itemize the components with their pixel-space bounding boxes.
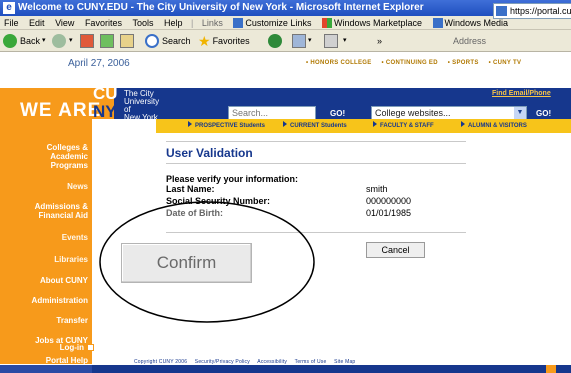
bottom-strip-left bbox=[0, 365, 92, 373]
menu-view[interactable]: View bbox=[51, 16, 78, 29]
sidebar-item-administration[interactable]: Administration bbox=[32, 296, 88, 305]
sidebar-item-colleges-line2[interactable]: Academic bbox=[50, 152, 88, 161]
link-marketplace[interactable]: Windows Marketplace bbox=[318, 16, 426, 29]
page-icon bbox=[432, 18, 443, 28]
history-icon bbox=[268, 34, 282, 48]
menu-separator: | bbox=[191, 18, 194, 28]
sidebar-item-news[interactable]: News bbox=[67, 182, 88, 191]
menu-edit[interactable]: Edit bbox=[25, 16, 49, 29]
university-name: The City University of New York bbox=[124, 89, 160, 122]
back-arrow-icon bbox=[3, 34, 17, 48]
sidebar-item-libraries[interactable]: Libraries bbox=[54, 255, 88, 264]
menu-help[interactable]: Help bbox=[160, 16, 187, 29]
page-icon bbox=[496, 6, 507, 16]
find-email-link[interactable]: Find Email/Phone bbox=[492, 90, 551, 97]
last-name-value: smith bbox=[366, 184, 388, 194]
refresh-icon bbox=[100, 34, 114, 48]
top-link-sports[interactable]: • SPORTS bbox=[448, 60, 479, 66]
tab-prospective-students[interactable]: PROSPECTIVE Students bbox=[188, 121, 265, 131]
sidebar-item-login[interactable]: Log-in bbox=[60, 343, 84, 352]
tab-current-students[interactable]: CURRENT Students bbox=[283, 121, 347, 131]
address-label: Address bbox=[453, 36, 487, 46]
mail-icon bbox=[292, 34, 306, 48]
search-icon bbox=[145, 34, 159, 48]
menu-file[interactable]: File bbox=[0, 16, 23, 29]
star-icon: ★ bbox=[198, 33, 211, 49]
cancel-button[interactable]: Cancel bbox=[366, 242, 425, 258]
menu-tools[interactable]: Tools bbox=[128, 16, 157, 29]
ie-logo-icon: e bbox=[3, 2, 15, 14]
brand-cu: CU bbox=[93, 84, 118, 103]
ssn-value: 000000000 bbox=[366, 196, 412, 206]
home-button[interactable] bbox=[120, 33, 134, 49]
ssn-label: Social Security Number: bbox=[166, 196, 271, 206]
menu-bar: File Edit View Favorites Tools Help | Li… bbox=[0, 16, 571, 30]
browser-toolbar: Back ▾ ▾ Search ★ Favorites ▾ ▾ » Addres… bbox=[0, 30, 571, 52]
sidebar-item-about[interactable]: About CUNY bbox=[40, 276, 88, 285]
site-search-input[interactable] bbox=[228, 106, 316, 120]
college-websites-select[interactable]: College websites... ▼ bbox=[371, 106, 527, 120]
tab-faculty-staff[interactable]: FACULTY & STAFF bbox=[373, 121, 434, 131]
favorites-button[interactable]: ★ Favorites bbox=[198, 33, 250, 49]
forward-arrow-icon bbox=[52, 34, 66, 48]
links-label: Links bbox=[201, 18, 223, 28]
bottom-strip bbox=[0, 365, 571, 373]
sidebar-item-admissions-line2[interactable]: Financial Aid bbox=[39, 211, 89, 220]
refresh-button[interactable] bbox=[100, 33, 114, 49]
dob-value: 01/01/1985 bbox=[366, 208, 412, 218]
stop-button[interactable] bbox=[80, 33, 94, 49]
stop-icon bbox=[80, 34, 94, 48]
brand-ny: NY bbox=[93, 102, 117, 121]
history-button[interactable] bbox=[268, 33, 285, 49]
bottom-strip-square bbox=[546, 365, 556, 373]
sidebar-item-events[interactable]: Events bbox=[62, 233, 88, 242]
page-icon bbox=[233, 18, 244, 28]
sidebar-item-admissions[interactable]: Admissions & bbox=[35, 202, 88, 211]
address-bar[interactable]: https://portal.cuny.edu/portal bbox=[493, 3, 571, 19]
top-link-continuing-ed[interactable]: • CONTINUING ED bbox=[382, 60, 438, 66]
chevron-down-icon: ▾ bbox=[69, 37, 73, 44]
college-go-button[interactable]: GO! bbox=[536, 109, 551, 118]
search-button[interactable]: Search bbox=[145, 33, 191, 49]
chevron-down-icon: ▾ bbox=[343, 37, 347, 44]
divider bbox=[166, 163, 466, 164]
divider bbox=[166, 141, 466, 142]
print-button[interactable] bbox=[324, 33, 338, 49]
back-button[interactable]: Back ▾ bbox=[3, 33, 46, 49]
edit-button[interactable]: ▾ bbox=[343, 33, 347, 49]
sidebar-item-colleges[interactable]: Colleges & bbox=[47, 143, 88, 152]
chevrons-right-icon: » bbox=[377, 36, 383, 46]
top-links: • HONORS COLLEGE • CONTINUING ED • SPORT… bbox=[306, 60, 529, 66]
last-name-label: Last Name: bbox=[166, 184, 215, 194]
verify-prompt: Please verify your information: bbox=[166, 174, 299, 184]
dob-label: Date of Birth: bbox=[166, 208, 223, 218]
chevron-down-icon: ▾ bbox=[42, 37, 46, 44]
link-customize[interactable]: Customize Links bbox=[229, 16, 315, 29]
page-title: User Validation bbox=[166, 146, 253, 160]
brand-we-are: WE ARE bbox=[20, 100, 102, 121]
window-title: Welcome to CUNY.EDU - The City Universit… bbox=[18, 2, 424, 13]
chevron-down-icon: ▾ bbox=[308, 37, 312, 44]
confirm-button[interactable]: Confirm bbox=[121, 243, 252, 283]
top-link-honors[interactable]: • HONORS COLLEGE bbox=[306, 60, 372, 66]
sidebar-item-portal-help-visible-row[interactable]: Portal Help bbox=[46, 356, 88, 365]
top-link-cuny-tv[interactable]: • CUNY TV bbox=[489, 60, 522, 66]
sidebar-item-colleges-line3[interactable]: Programs bbox=[51, 161, 88, 170]
forward-button[interactable]: ▾ bbox=[52, 33, 73, 49]
window-title-bar: e Welcome to CUNY.EDU - The City Univers… bbox=[0, 0, 571, 16]
page-date: April 27, 2006 bbox=[68, 58, 130, 69]
tab-alumni-visitors[interactable]: ALUMNI & VISITORS bbox=[461, 121, 527, 131]
chevron-down-icon: ▼ bbox=[514, 107, 526, 119]
menu-favorites[interactable]: Favorites bbox=[81, 16, 126, 29]
print-icon bbox=[324, 34, 338, 48]
windows-flag-icon bbox=[321, 18, 332, 28]
divider bbox=[166, 232, 466, 233]
sidebar-item-transfer[interactable]: Transfer bbox=[56, 316, 88, 325]
toolbar-overflow[interactable]: » bbox=[377, 33, 382, 49]
search-go-button[interactable]: GO! bbox=[330, 109, 345, 118]
login-checkbox-icon[interactable] bbox=[87, 344, 94, 351]
mail-button[interactable]: ▾ bbox=[292, 33, 312, 49]
home-icon bbox=[120, 34, 134, 48]
